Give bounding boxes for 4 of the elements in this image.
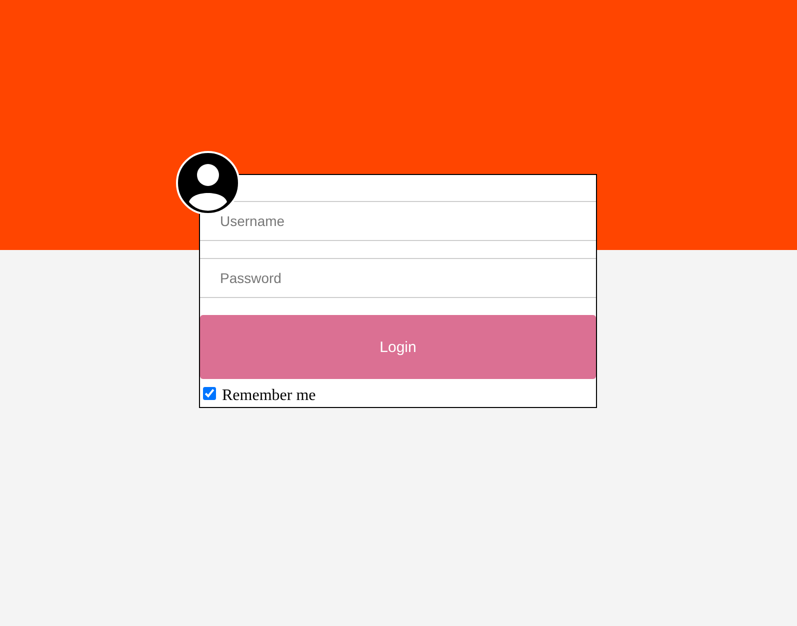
remember-checkbox[interactable]: [203, 386, 216, 400]
password-field[interactable]: Password: [200, 258, 596, 298]
remember-label: Remember me: [222, 386, 316, 404]
login-button[interactable]: Login: [200, 315, 596, 379]
